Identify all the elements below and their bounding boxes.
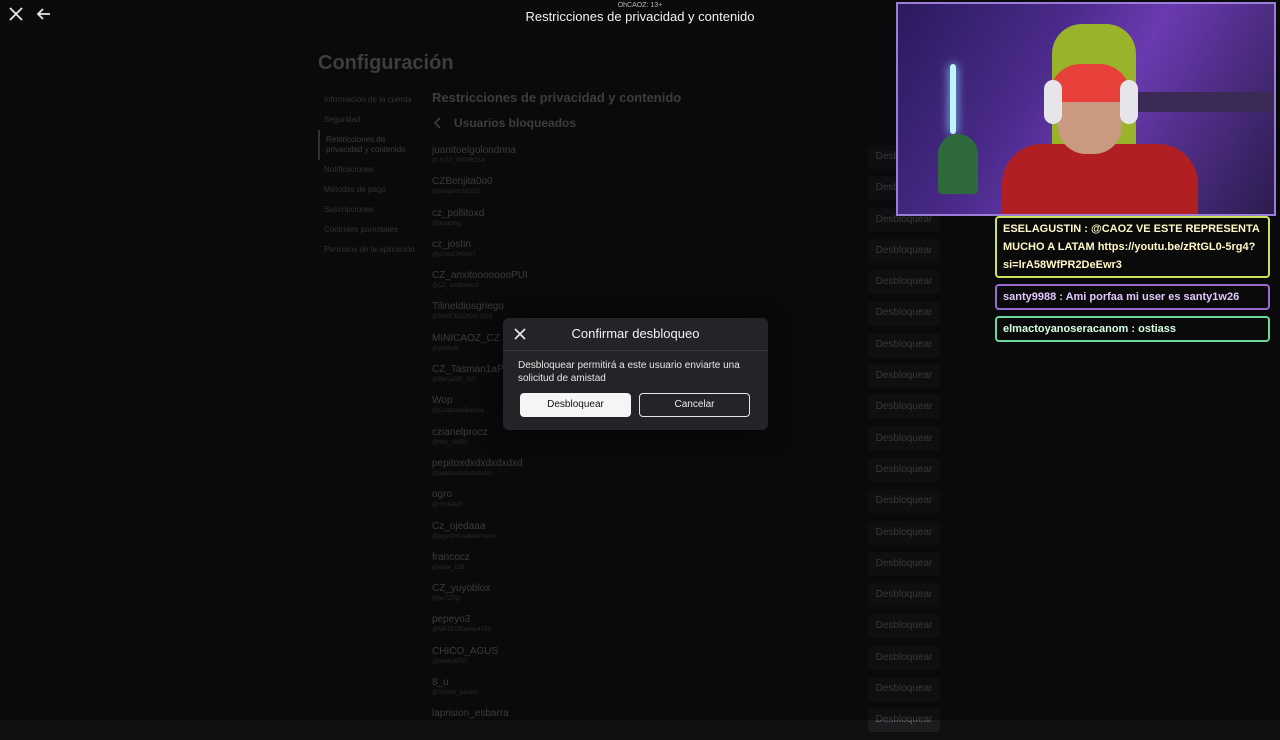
background-plant (938, 134, 978, 194)
chat-message: elmactoyanoseracanom : ostiass (995, 316, 1270, 342)
streamer-hair (1050, 64, 1130, 102)
streamer-shirt (1002, 144, 1198, 214)
webcam-overlay (896, 2, 1276, 216)
cancel-button[interactable]: Cancelar (639, 393, 750, 417)
headphone-icon (1044, 80, 1062, 124)
dialog-title: Confirmar desbloqueo (571, 326, 700, 341)
confirm-unblock-dialog: Confirmar desbloqueo Desbloquear permiti… (503, 318, 768, 430)
dialog-divider (503, 350, 768, 351)
dialog-message: Desbloquear permitirá a este usuario env… (518, 360, 740, 384)
chat-message: santy9988 : Ami porfaa mi user es santy1… (995, 284, 1270, 310)
chat-message: ESELAGUSTIN : @CAOZ VE ESTE REPRESENTA M… (995, 216, 1270, 278)
confirm-unblock-button[interactable]: Desbloquear (520, 393, 631, 417)
headphone-icon (1120, 80, 1138, 124)
neon-light (950, 64, 956, 134)
background-shelf (1138, 92, 1274, 112)
stream-chat: ESELAGUSTIN : @CAOZ VE ESTE REPRESENTA M… (995, 216, 1270, 348)
